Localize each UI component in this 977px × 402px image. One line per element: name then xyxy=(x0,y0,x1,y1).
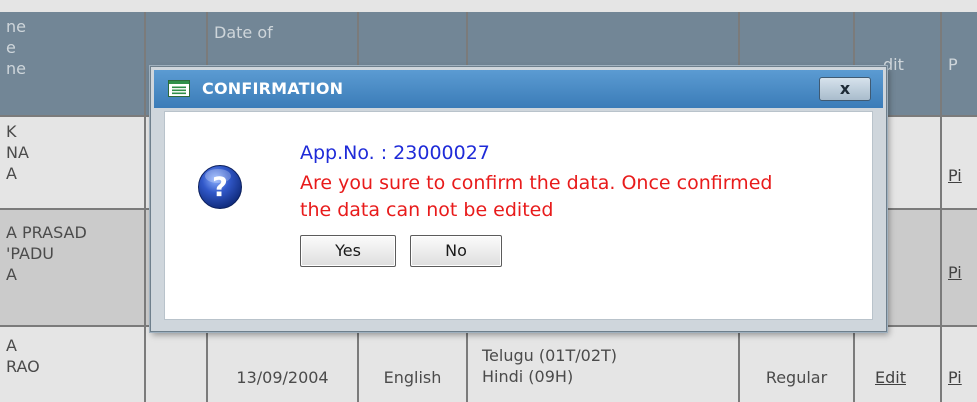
dialog-content: ? App.No. : 23000027 Are you sure to con… xyxy=(164,111,873,320)
close-button[interactable]: x xyxy=(819,77,871,101)
yes-button[interactable]: Yes xyxy=(300,235,396,267)
window-icon xyxy=(168,80,190,97)
dialog-title: CONFIRMATION xyxy=(202,79,344,98)
no-button[interactable]: No xyxy=(410,235,502,267)
svg-text:?: ? xyxy=(212,172,228,203)
question-icon: ? xyxy=(197,164,243,210)
confirmation-dialog: CONFIRMATION x ? App.No. : 23000027 Are xyxy=(150,66,887,332)
confirmation-message: Are you sure to confirm the data. Once c… xyxy=(300,172,773,221)
dialog-titlebar[interactable]: CONFIRMATION x xyxy=(154,70,883,108)
application-number: App.No. : 23000027 xyxy=(300,142,490,164)
close-icon: x xyxy=(839,79,851,98)
